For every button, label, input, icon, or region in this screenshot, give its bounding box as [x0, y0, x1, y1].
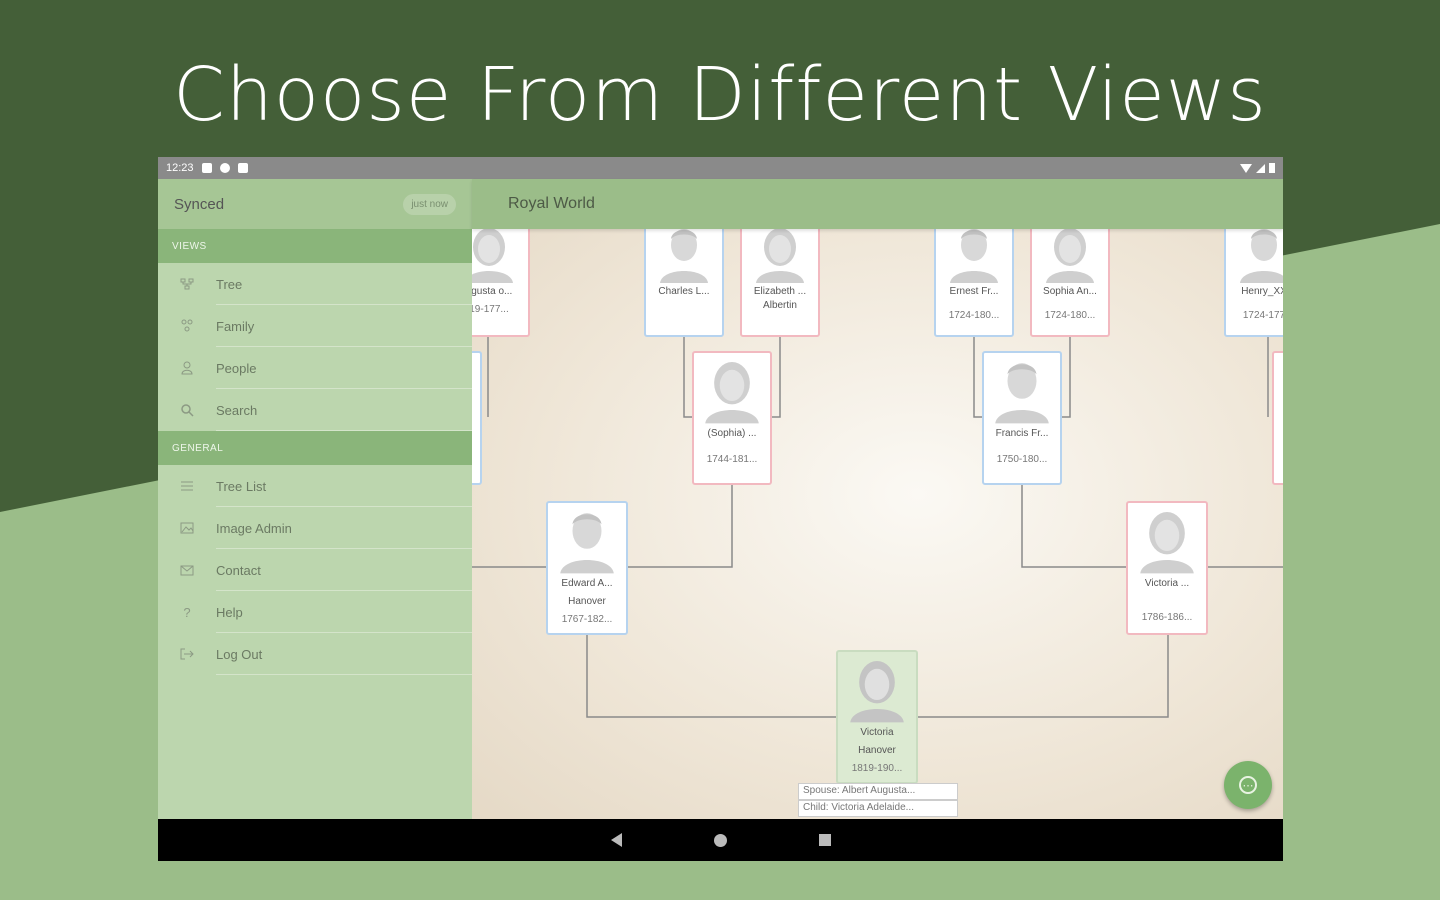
person-dates: 1786-186... [1141, 612, 1193, 623]
person-name: Edward A... [561, 578, 613, 589]
person-card[interactable]: Edward A... Hanover 1767-182... [546, 501, 628, 635]
person-name: ugusta o... [472, 286, 513, 297]
tablet-screen: 12:23 Synced just now VIEWS Tree Family … [158, 157, 1283, 861]
female-avatar-icon [705, 362, 759, 424]
root-person-card[interactable]: Victoria Hanover 1819-190... [836, 650, 918, 784]
nav-label-image-admin: Image Admin [216, 520, 292, 536]
person-name: Victoria ... [1144, 578, 1190, 589]
nav-label-tree: Tree [216, 276, 243, 292]
back-icon[interactable] [610, 833, 622, 847]
person-dates: 1724-180... [948, 310, 1000, 321]
male-avatar-icon [1240, 229, 1283, 283]
logout-icon [158, 648, 216, 660]
person-dates: 1724-177 [1242, 310, 1283, 321]
nav-item-people[interactable]: People [158, 347, 472, 389]
person-surname: Hanover [858, 745, 896, 756]
headline: Choose From Different Views [173, 52, 1267, 138]
person-dates: 1724-180... [1044, 310, 1096, 321]
person-dates: 1744-181... [706, 454, 758, 465]
home-icon[interactable] [713, 833, 727, 847]
person-name: Francis Fr... [995, 428, 1049, 439]
status-bar: 12:23 [158, 157, 1283, 179]
male-avatar-icon [560, 513, 614, 574]
nav-label-family: Family [216, 318, 255, 334]
person-icon [158, 361, 216, 375]
person-dates: 1750-180... [996, 454, 1048, 465]
mail-icon [158, 564, 216, 576]
sync-status-icon [219, 163, 230, 173]
nav-item-help[interactable]: ? Help [158, 591, 472, 633]
clipboard-icon [237, 163, 248, 173]
tree-icon [158, 278, 216, 290]
notification-icon [201, 163, 212, 173]
person-name: (Sophia) ... [707, 428, 757, 439]
female-avatar-icon [1140, 512, 1194, 574]
sync-status-title: Synced [174, 195, 225, 213]
recents-icon[interactable] [818, 834, 831, 846]
tree-title: Royal World [508, 195, 595, 212]
wifi-icon [1240, 163, 1252, 173]
tree-canvas[interactable]: ugusta o... 19-177... Charles L... Eliza… [472, 229, 1283, 819]
person-card[interactable]: Francis Fr... 1750-180... [982, 351, 1062, 485]
person-card[interactable]: Henry_XX 1724-177 [1224, 229, 1283, 337]
child-label[interactable]: Child: Victoria Adelaide... [798, 800, 958, 817]
male-avatar-icon [660, 229, 708, 283]
person-surname: Hanover [568, 596, 606, 607]
female-avatar-icon [756, 229, 804, 283]
navigation-drawer: Synced just now VIEWS Tree Family People [158, 179, 472, 819]
person-name: Henry_XX [1241, 286, 1283, 297]
female-avatar-icon [1046, 229, 1094, 283]
male-avatar-icon [995, 363, 1049, 424]
person-card-partial[interactable] [472, 351, 482, 485]
person-card[interactable]: Sophia An... 1724-180... [1030, 229, 1110, 337]
search-icon [158, 403, 216, 417]
nav-item-family[interactable]: Family [158, 305, 472, 347]
list-icon [158, 480, 216, 492]
person-dates: 19-177... [472, 304, 509, 315]
person-card[interactable]: Victoria ... 1786-186... [1126, 501, 1208, 635]
nav-label-people: People [216, 360, 257, 376]
nav-item-image-admin[interactable]: Image Admin [158, 507, 472, 549]
nav-label-contact: Contact [216, 562, 261, 578]
female-avatar-icon [472, 229, 513, 283]
nav-label-search: Search [216, 402, 258, 418]
battery-icon [1269, 163, 1275, 173]
male-avatar-icon [950, 229, 998, 283]
person-card[interactable]: Ernest Fr... 1724-180... [934, 229, 1014, 337]
drawer-header: Synced just now [158, 179, 472, 229]
android-nav-bar [158, 819, 1283, 861]
image-icon [158, 522, 216, 534]
person-dates: 1819-190... [851, 763, 903, 774]
nav-item-search[interactable]: Search [158, 389, 472, 431]
nav-label-help: Help [216, 604, 243, 620]
section-header-general: GENERAL [158, 431, 472, 465]
person-card[interactable]: (Sophia) ... 1744-181... [692, 351, 772, 485]
options-icon: ⋯ [1239, 776, 1257, 794]
person-card[interactable]: Elizabeth ... Albertin [740, 229, 820, 337]
nav-label-log-out: Log Out [216, 646, 263, 662]
nav-label-tree-list: Tree List [216, 478, 267, 494]
person-card[interactable]: Charles L... [644, 229, 724, 337]
person-name: Sophia An... [1043, 286, 1097, 297]
spouse-label[interactable]: Spouse: Albert Augusta... [798, 783, 958, 800]
signal-icon [1256, 163, 1265, 173]
person-dates: 1767-182... [561, 614, 613, 625]
nav-item-contact[interactable]: Contact [158, 549, 472, 591]
section-header-views: VIEWS [158, 229, 472, 263]
sync-time-badge: just now [403, 193, 456, 215]
nav-item-tree[interactable]: Tree [158, 263, 472, 305]
person-card[interactable]: ugusta o... 19-177... [472, 229, 530, 337]
nav-item-tree-list[interactable]: Tree List [158, 465, 472, 507]
help-icon: ? [183, 604, 191, 620]
options-fab[interactable]: ⋯ [1224, 761, 1272, 809]
app-toolbar: Royal World [472, 179, 1283, 229]
female-avatar-icon [850, 661, 904, 723]
family-icon [158, 319, 216, 333]
person-card-partial[interactable] [1272, 351, 1283, 485]
nav-item-log-out[interactable]: Log Out [158, 633, 472, 675]
person-name: Charles L... [658, 286, 710, 297]
person-name: Ernest Fr... [949, 286, 999, 297]
person-name: Victoria [860, 727, 894, 738]
status-time: 12:23 [166, 162, 194, 174]
